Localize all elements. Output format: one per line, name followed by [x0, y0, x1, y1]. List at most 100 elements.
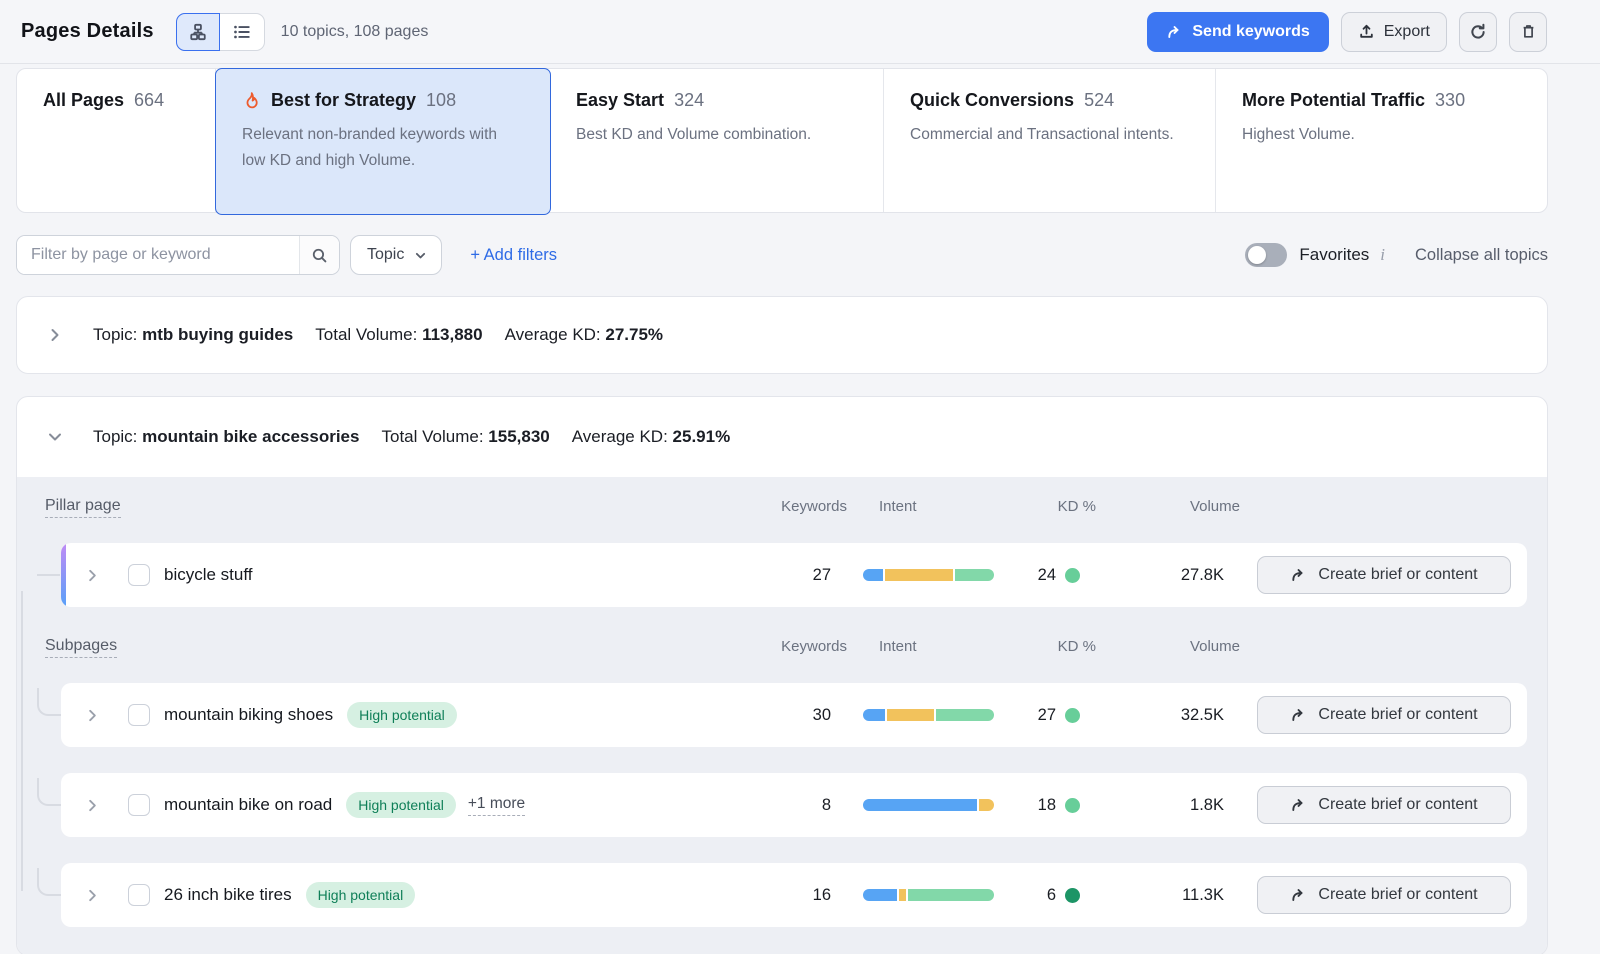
page-title: Pages Details: [21, 20, 154, 43]
intent-bar: [863, 709, 994, 721]
keywords-count: 27: [751, 566, 831, 585]
strategy-tabs: All Pages 664 Best for Strategy 108 Rele…: [16, 68, 1548, 213]
table-row-26-inch-bike-tires: 26 inch bike tires High potential 16 6 1…: [61, 863, 1527, 927]
flame-icon: [242, 91, 261, 110]
create-brief-button[interactable]: Create brief or content: [1257, 876, 1511, 914]
top-bar: Pages Details 10 topics, 108 pages: [0, 0, 1600, 64]
row-checkbox[interactable]: [128, 884, 150, 906]
topic-card-mtb-buying-guides: Topic: mtb buying guides Total Volume: 1…: [16, 296, 1548, 374]
page-name: 26 inch bike tires: [164, 885, 292, 905]
expand-row-icon[interactable]: [85, 798, 100, 813]
tab-easy-start[interactable]: Easy Start 324 Best KD and Volume combin…: [550, 69, 884, 212]
topic-total-volume: 155,830: [488, 427, 549, 447]
topic-name: mountain bike accessories: [142, 427, 359, 447]
search-button[interactable]: [299, 236, 339, 274]
table-row-mountain-biking-shoes: mountain biking shoes High potential 30 …: [61, 683, 1527, 747]
topic-average-kd: 27.75%: [605, 325, 663, 345]
column-kd: KD %: [1010, 638, 1096, 655]
topic-name: mtb buying guides: [142, 325, 293, 345]
collapse-all-topics-link[interactable]: Collapse all topics: [1415, 246, 1548, 265]
favorites-label: Favorites: [1299, 245, 1369, 265]
export-button[interactable]: Export: [1341, 12, 1447, 52]
refresh-icon: [1469, 23, 1487, 41]
row-checkbox[interactable]: [128, 794, 150, 816]
table-row-bicycle-stuff: bicycle stuff 27 24 27.8K Create brief o…: [61, 543, 1527, 607]
forward-arrow-icon: [1166, 24, 1183, 40]
column-intent: Intent: [879, 498, 1010, 515]
row-checkbox[interactable]: [128, 704, 150, 726]
forward-arrow-icon: [1290, 707, 1307, 723]
keywords-count: 8: [751, 796, 831, 815]
volume-value: 1.8K: [1104, 796, 1224, 815]
refresh-button[interactable]: [1459, 12, 1497, 52]
list-view-button[interactable]: [220, 14, 264, 50]
high-potential-badge: High potential: [346, 792, 456, 818]
page-name: mountain bike on road: [164, 795, 332, 815]
tab-quick-conversions[interactable]: Quick Conversions 524 Commercial and Tra…: [884, 69, 1216, 212]
volume-value: 27.8K: [1104, 566, 1224, 585]
filter-bar: Topic + Add filters Favorites i Collapse…: [16, 235, 1548, 275]
kd-value: 6: [1047, 886, 1056, 905]
volume-value: 32.5K: [1104, 706, 1224, 725]
kd-dot: [1065, 708, 1080, 723]
high-potential-badge: High potential: [347, 702, 457, 728]
kd-cell: 27: [994, 706, 1080, 725]
send-keywords-button[interactable]: Send keywords: [1147, 12, 1328, 52]
subpages-label: Subpages: [45, 637, 117, 658]
filter-input[interactable]: [17, 236, 299, 274]
kd-dot: [1065, 888, 1080, 903]
subpages-columns-header: Subpages Keywords Intent KD % Volume: [45, 633, 1527, 659]
row-checkbox[interactable]: [128, 564, 150, 586]
pillar-columns-header: Pillar page Keywords Intent KD % Volume: [45, 493, 1527, 519]
tree-view-button[interactable]: [176, 13, 220, 51]
topic-body: Pillar page Keywords Intent KD % Volume …: [17, 477, 1547, 954]
info-icon[interactable]: i: [1380, 245, 1385, 265]
kd-cell: 6: [994, 886, 1080, 905]
topic-average-kd: 25.91%: [673, 427, 731, 447]
table-row-mountain-bike-on-road: mountain bike on road High potential +1 …: [61, 773, 1527, 837]
trash-icon: [1520, 23, 1537, 40]
kd-value: 24: [1038, 566, 1056, 585]
sitemap-icon: [189, 23, 207, 41]
create-brief-button[interactable]: Create brief or content: [1257, 556, 1511, 594]
add-filters-link[interactable]: + Add filters: [470, 246, 557, 265]
intent-bar: [863, 799, 994, 811]
topic-filter-dropdown[interactable]: Topic: [350, 235, 442, 275]
forward-arrow-icon: [1290, 797, 1307, 813]
subpage-row-wrap: 26 inch bike tires High potential 16 6 1…: [61, 863, 1527, 927]
favorites-toggle[interactable]: [1245, 243, 1287, 267]
column-volume: Volume: [1120, 498, 1240, 515]
column-volume: Volume: [1120, 638, 1240, 655]
tab-best-for-strategy[interactable]: Best for Strategy 108 Relevant non-brand…: [215, 68, 551, 215]
expand-row-icon[interactable]: [85, 568, 100, 583]
tab-more-potential-traffic[interactable]: More Potential Traffic 330 Highest Volum…: [1216, 69, 1547, 212]
forward-arrow-icon: [1290, 567, 1307, 583]
chevron-right-icon[interactable]: [47, 327, 63, 343]
forward-arrow-icon: [1290, 887, 1307, 903]
page-keyword-filter: [16, 235, 340, 275]
column-intent: Intent: [879, 638, 1010, 655]
create-brief-button[interactable]: Create brief or content: [1257, 696, 1511, 734]
expand-row-icon[interactable]: [85, 708, 100, 723]
expand-row-icon[interactable]: [85, 888, 100, 903]
topic-header[interactable]: Topic: mtb buying guides Total Volume: 1…: [17, 297, 1547, 373]
topic-header[interactable]: Topic: mountain bike accessories Total V…: [17, 397, 1547, 477]
kd-value: 27: [1038, 706, 1056, 725]
topic-total-volume: 113,880: [422, 325, 483, 345]
delete-button[interactable]: [1509, 12, 1547, 52]
chevron-down-icon[interactable]: [47, 429, 63, 445]
subpage-row-wrap: mountain bike on road High potential +1 …: [61, 773, 1527, 837]
create-brief-button[interactable]: Create brief or content: [1257, 786, 1511, 824]
intent-bar: [863, 889, 994, 901]
kd-value: 18: [1038, 796, 1056, 815]
list-icon: [233, 23, 251, 41]
view-toggle: [176, 13, 265, 51]
toggle-knob: [1248, 246, 1266, 264]
tab-all-pages[interactable]: All Pages 664: [17, 69, 216, 212]
export-icon: [1358, 23, 1375, 40]
subpage-row-wrap: mountain biking shoes High potential 30 …: [61, 683, 1527, 747]
more-badges-link[interactable]: +1 more: [468, 795, 525, 816]
topbar-actions: Send keywords Export: [1147, 12, 1547, 52]
search-icon: [311, 247, 328, 264]
page-name: bicycle stuff: [164, 565, 253, 585]
